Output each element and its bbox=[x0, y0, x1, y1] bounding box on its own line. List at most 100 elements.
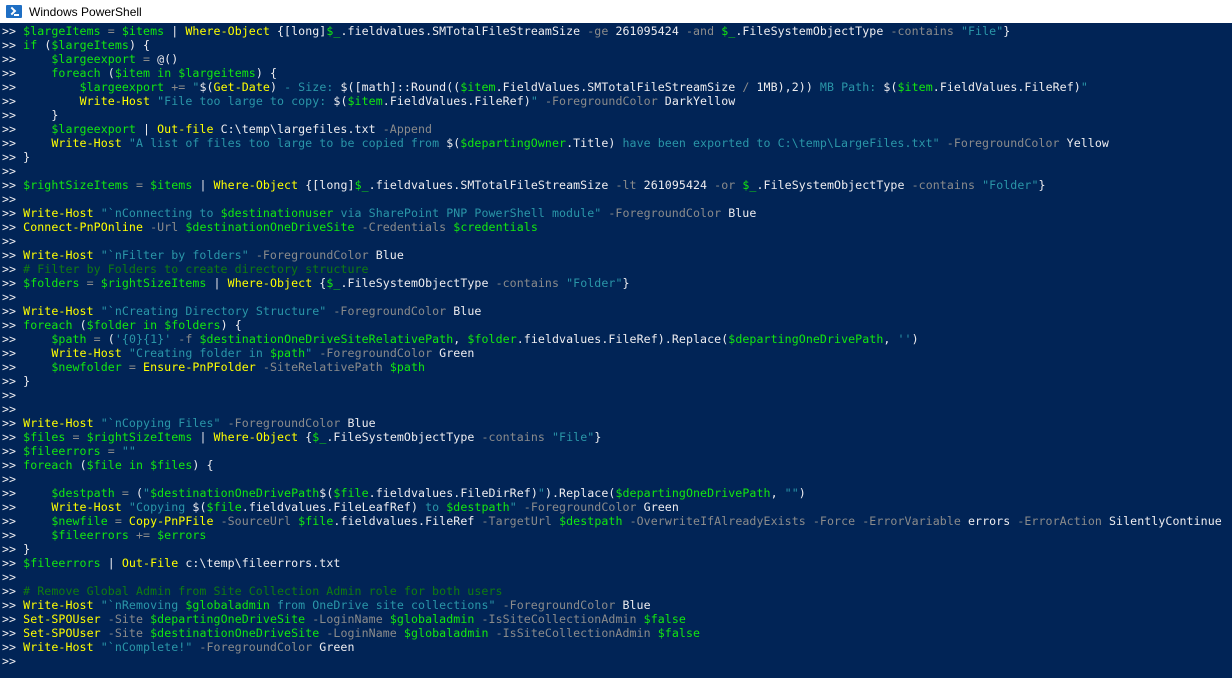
text-token: ( bbox=[135, 486, 144, 500]
parameter-token: -ForegroundColor bbox=[248, 248, 369, 262]
parameter-token: += bbox=[164, 80, 193, 94]
text-token: .fieldvalues.SMTotalFileStreamSize bbox=[368, 178, 616, 192]
keyword-token: in bbox=[135, 318, 165, 332]
parameter-token: -LoginName bbox=[319, 626, 397, 640]
string-token: "`nCreating Directory Structure" bbox=[93, 304, 327, 318]
console-line: >> bbox=[2, 654, 1222, 668]
variable-token: $item bbox=[347, 94, 383, 108]
parameter-token: -SourceUrl bbox=[213, 514, 292, 528]
variable-token: $destpath bbox=[446, 500, 510, 514]
parameter-token: -ForegroundColor bbox=[601, 206, 722, 220]
variable-token: $fileerrors bbox=[23, 556, 101, 570]
command-token: Write-Host bbox=[79, 94, 151, 108]
command-token: Write-Host bbox=[23, 304, 94, 318]
command-token: Out-File bbox=[121, 556, 179, 570]
console-line: >> $largeexport | Out-file C:\temp\large… bbox=[2, 122, 1222, 136]
prompt-marker: >> bbox=[2, 584, 24, 598]
console-output[interactable]: >> $largeItems = $items | Where-Object {… bbox=[0, 23, 1232, 678]
console-line: >> bbox=[2, 402, 1222, 416]
prompt-marker: >> bbox=[2, 388, 24, 402]
parameter-token: -Site bbox=[100, 612, 144, 626]
variable-token: $file bbox=[206, 500, 242, 514]
variable-token: $departingOneDrivePath bbox=[728, 332, 884, 346]
variable-token: $folder bbox=[86, 318, 136, 332]
command-token: Connect-PnPOnline bbox=[23, 220, 144, 234]
text-token: $( bbox=[446, 136, 461, 150]
variable-token: $folders bbox=[164, 318, 221, 332]
parameter-token: -ge bbox=[587, 24, 609, 38]
variable-token: $largeItems bbox=[23, 24, 101, 38]
variable-token: $rightSizeItems bbox=[86, 430, 193, 444]
parameter-token: -OverwriteIfAlreadyExists -Force -ErrorV… bbox=[622, 514, 961, 528]
text-token: } bbox=[23, 108, 59, 122]
variable-token: $departingOneDriveSite bbox=[150, 612, 306, 626]
text-token: } bbox=[594, 430, 602, 444]
parameter-token: -and bbox=[685, 24, 715, 38]
command-token: Where-Object bbox=[227, 276, 313, 290]
parameter-token: -ForegroundColor bbox=[192, 640, 313, 654]
text-token: .FileSystemObjectType bbox=[326, 430, 482, 444]
prompt-marker: >> bbox=[2, 52, 24, 66]
text-token: , bbox=[453, 332, 468, 346]
command-token: Write-Host bbox=[51, 346, 122, 360]
parameter-token: -ForegroundColor bbox=[537, 94, 658, 108]
string-token: from OneDrive site collections" bbox=[269, 598, 496, 612]
variable-token: $largeexport bbox=[51, 122, 136, 136]
parameter-token: -Append bbox=[382, 122, 433, 136]
variable-token: $destinationOneDriveSiteRelativePath bbox=[199, 332, 454, 346]
text-token: | bbox=[135, 122, 158, 136]
text-token: ) bbox=[911, 332, 919, 346]
text-token: } bbox=[622, 276, 630, 290]
text-token: .FieldValues.SMTotalFileStreamSize bbox=[495, 80, 743, 94]
variable-token: $folder bbox=[467, 332, 517, 346]
variable-token: $newfile bbox=[51, 514, 108, 528]
prompt-marker: >> bbox=[2, 514, 24, 528]
variable-token: $items bbox=[121, 24, 165, 38]
parameter-token: -IsSiteCollectionAdmin bbox=[474, 612, 637, 626]
variable-token: $destpath bbox=[51, 486, 115, 500]
window-title: Windows PowerShell bbox=[29, 4, 142, 19]
text-token: Blue bbox=[368, 248, 404, 262]
console-line: >> $folders = $rightSizeItems | Where-Ob… bbox=[2, 276, 1222, 290]
text-token: $([math]::Round(( bbox=[340, 80, 461, 94]
parameter-token: -ForegroundColor bbox=[495, 598, 616, 612]
string-token: " bbox=[509, 500, 517, 514]
variable-token: $newfolder bbox=[51, 360, 122, 374]
console-line: >> Write-Host "`nComplete!" -ForegroundC… bbox=[2, 640, 1222, 654]
text-token: } bbox=[23, 374, 31, 388]
variable-token: $false bbox=[643, 612, 686, 626]
powershell-icon bbox=[6, 5, 22, 18]
string-token: "File too large to copy: bbox=[150, 94, 334, 108]
prompt-marker: >> bbox=[2, 178, 24, 192]
parameter-token: = bbox=[128, 178, 151, 192]
window-title-bar[interactable]: Windows PowerShell bbox=[0, 0, 1232, 23]
text-token: ( bbox=[107, 332, 115, 346]
prompt-marker: >> bbox=[2, 360, 24, 374]
prompt-marker: >> bbox=[2, 416, 24, 430]
parameter-token: = bbox=[107, 514, 129, 528]
code-lines: >> $largeItems = $items | Where-Object {… bbox=[2, 24, 1222, 668]
variable-token: $globaladmin bbox=[389, 612, 475, 626]
prompt-marker: >> bbox=[2, 122, 24, 136]
variable-token: $largeItems bbox=[51, 38, 129, 52]
console-line: >> Write-Host "`nCreating Directory Stru… bbox=[2, 304, 1222, 318]
prompt-marker: >> bbox=[2, 402, 24, 416]
text-token: 261095424 bbox=[608, 24, 686, 38]
console-line: >> foreach ($file in $files) { bbox=[2, 458, 1222, 472]
string-token: "Copying bbox=[121, 500, 193, 514]
text-token: DarkYellow bbox=[657, 94, 736, 108]
console-line: >> foreach ($item in $largeitems) { bbox=[2, 66, 1222, 80]
string-token: " bbox=[530, 94, 538, 108]
prompt-marker: >> bbox=[2, 108, 24, 122]
text-token: ) { bbox=[192, 458, 214, 472]
console-line: >> } bbox=[2, 542, 1222, 556]
variable-token: $fileerrors bbox=[51, 528, 129, 542]
command-token: Write-Host bbox=[23, 416, 94, 430]
parameter-token: += bbox=[128, 528, 158, 542]
